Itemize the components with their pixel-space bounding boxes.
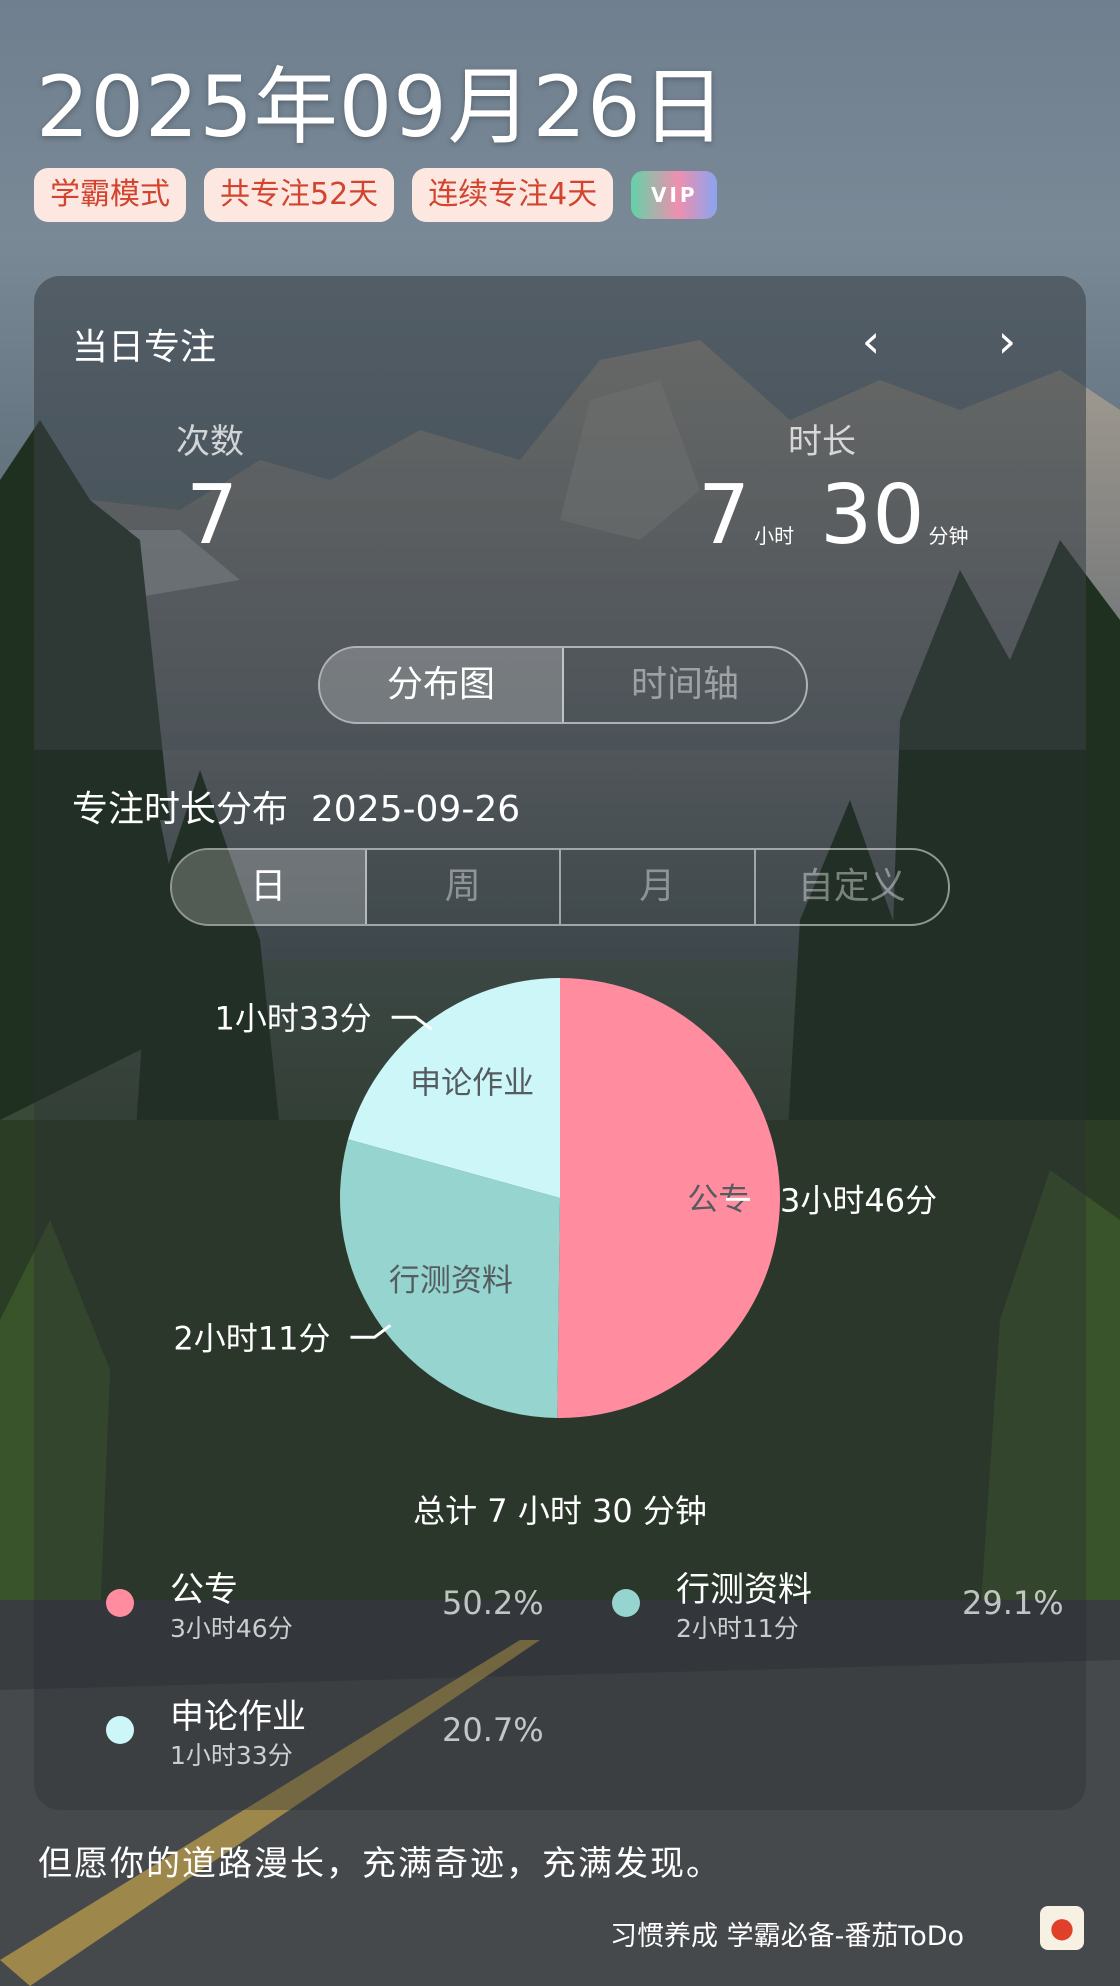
pie-chart: 公专 3小时46分行测资料2小时11分申论作业1小时33分	[173, 978, 937, 1419]
tomato-app-icon[interactable]: ●	[1040, 1906, 1084, 1950]
minutes-unit: 分钟	[928, 524, 969, 548]
legend-dot-0	[106, 1589, 134, 1617]
tab-week[interactable]: 周	[367, 850, 561, 924]
count-value: 7	[186, 468, 239, 563]
slice-duration-label: 3小时46分	[780, 1181, 937, 1219]
slice-name-label: 申论作业	[410, 1065, 534, 1101]
footer-brand: 习惯养成 学霸必备-番茄ToDo	[610, 1921, 965, 1952]
duration-hours: 7	[698, 468, 751, 563]
tab-month[interactable]: 月	[561, 850, 756, 924]
distribution-title: 专注时长分布 2025-09-26	[72, 780, 520, 832]
legend-name: 公专	[170, 1570, 238, 1610]
tab-distribution[interactable]: 分布图	[320, 648, 564, 722]
daily-focus-title: 当日专注	[72, 327, 217, 368]
period-switch: 日 周 月 自定义	[170, 848, 950, 926]
legend-percent: 50.2%	[442, 1584, 544, 1622]
tab-day[interactable]: 日	[172, 850, 367, 924]
count-label: 次数	[176, 422, 244, 462]
duration-label: 时长	[788, 422, 856, 462]
legend-percent: 20.7%	[442, 1711, 544, 1749]
chevron-left-icon[interactable]: ‹	[846, 318, 896, 368]
streak-badge: 连续专注4天	[412, 168, 614, 222]
mode-badge[interactable]: 学霸模式	[34, 168, 186, 222]
quote-text: 但愿你的道路漫长，充满奇迹，充满发现。	[38, 1844, 722, 1884]
legend-dot-2	[106, 1716, 134, 1744]
legend-duration: 3小时46分	[170, 1614, 293, 1643]
distribution-date: 2025-09-26	[310, 789, 521, 830]
legend-duration: 2小时11分	[676, 1614, 799, 1643]
tab-timeline[interactable]: 时间轴	[564, 648, 806, 722]
distribution-label: 专注时长分布	[72, 789, 289, 830]
legend-name: 申论作业	[170, 1697, 306, 1737]
duration-minutes: 30	[820, 468, 925, 563]
vip-badge[interactable]: VIP	[631, 171, 718, 219]
duration-value: 7 小时 30 分钟	[698, 468, 995, 563]
total-days-badge: 共专注52天	[204, 168, 395, 222]
slice-duration-label: 1小时33分	[215, 999, 372, 1037]
page-date: 2025年09月26日	[36, 58, 727, 156]
legend-duration: 1小时33分	[170, 1741, 293, 1770]
chevron-right-icon[interactable]: ›	[982, 318, 1032, 368]
status-tags: 学霸模式 共专注52天 连续专注4天 VIP	[34, 168, 718, 222]
slice-name-label: 行测资料	[389, 1263, 513, 1299]
total-duration: 总计 7 小时 30 分钟	[413, 1492, 707, 1530]
legend-dot-1	[612, 1589, 640, 1617]
tab-custom[interactable]: 自定义	[756, 850, 949, 924]
hours-unit: 小时	[754, 524, 795, 548]
legend-percent: 29.1%	[962, 1584, 1064, 1622]
legend-name: 行测资料	[676, 1570, 812, 1610]
slice-duration-label: 2小时11分	[173, 1319, 330, 1357]
view-switch: 分布图 时间轴	[318, 646, 808, 724]
